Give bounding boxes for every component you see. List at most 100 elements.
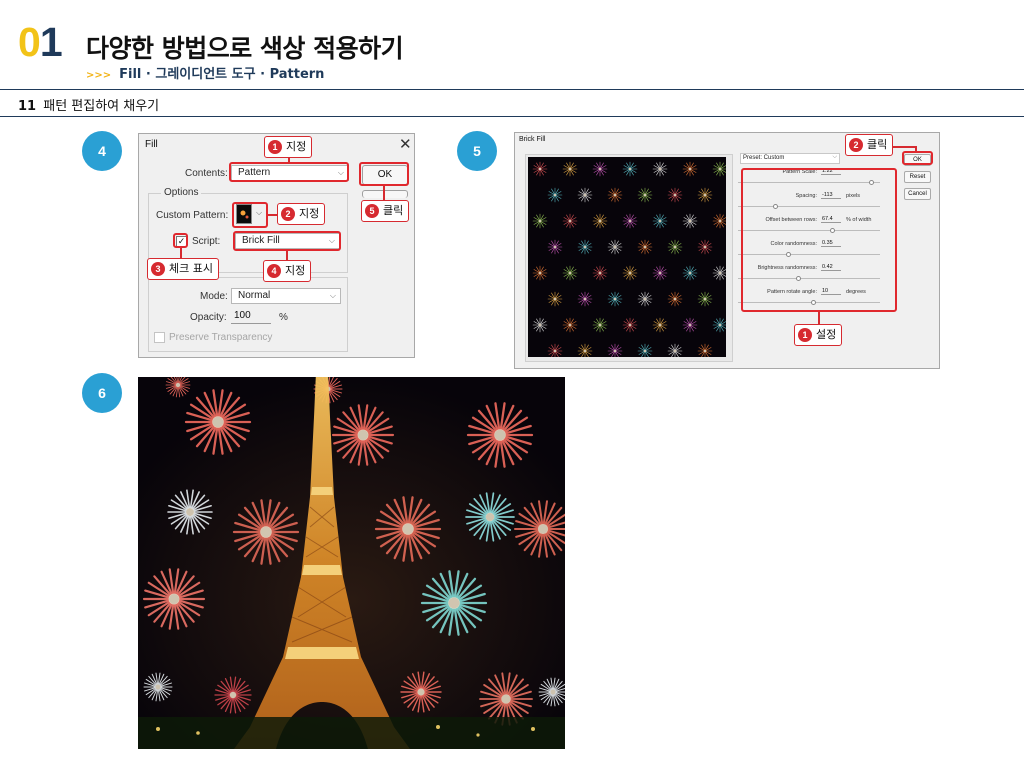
callout-text: 지정 <box>299 207 320 220</box>
firework-burst <box>562 161 578 177</box>
eiffel-tower-fireworks-image <box>138 377 565 749</box>
chapter-number: 01 <box>18 19 63 65</box>
pattern-highlight <box>232 202 268 228</box>
firework-burst <box>547 291 563 307</box>
chevron-down-icon: ⌵ <box>329 291 336 300</box>
callout-text: 클릭 <box>383 204 404 217</box>
callout-text: 설정 <box>816 328 837 341</box>
preserve-transparency-label: Preserve Transparency <box>169 332 273 343</box>
header-rule-top <box>0 89 1024 90</box>
callout-number: 2 <box>281 207 295 221</box>
callout-connector <box>383 186 385 200</box>
callout-3-check: 3 체크 표시 <box>147 258 219 280</box>
chapter-title: 다양한 방법으로 색상 적용하기 <box>86 34 404 63</box>
firework-burst <box>622 161 638 177</box>
callout-connector <box>818 312 820 324</box>
callout-4-specify: 4 지정 <box>263 260 312 282</box>
firework-burst <box>667 291 683 307</box>
callout-2-click: 2 클릭 <box>845 134 894 156</box>
contents-label: Contents: <box>185 168 228 179</box>
preset-value: Preset: Custom <box>743 155 785 161</box>
callout-5-click: 5 클릭 <box>361 200 410 222</box>
preset-select[interactable]: Preset: Custom ⌵ <box>740 153 840 164</box>
callout-1-specify: 1 지정 <box>264 136 313 158</box>
opacity-label: Opacity: <box>190 312 227 323</box>
firework-burst <box>682 161 698 177</box>
firework-burst <box>712 213 726 229</box>
firework-burst <box>667 343 683 357</box>
firework-burst <box>562 317 578 333</box>
callout-text: 지정 <box>285 264 306 277</box>
subtitle-text: Fill · 그레이디언트 도구 · Pattern <box>119 67 325 82</box>
callout-text: 지정 <box>286 140 307 153</box>
step-5-badge: 5 <box>457 131 497 171</box>
cancel-button[interactable]: Cancel <box>904 188 931 200</box>
mode-select[interactable]: Normal ⌵ <box>231 288 341 304</box>
firework-burst <box>577 291 593 307</box>
callout-2-specify: 2 지정 <box>277 203 326 225</box>
custom-pattern-label: Custom Pattern: <box>156 210 229 221</box>
opacity-unit: % <box>279 312 288 323</box>
pattern-preview <box>528 157 726 357</box>
callout-connector <box>286 251 288 260</box>
close-icon[interactable]: ✕ <box>399 135 412 153</box>
callout-number: 3 <box>151 262 165 276</box>
firework-burst <box>652 265 668 281</box>
script-select-highlight <box>233 231 341 251</box>
callout-connector <box>915 146 917 152</box>
cancel-button[interactable] <box>362 190 408 198</box>
callout-number: 5 <box>365 204 379 218</box>
firework-burst <box>622 317 638 333</box>
firework-burst <box>712 161 726 177</box>
firework-burst <box>697 187 713 203</box>
firework-burst <box>652 317 668 333</box>
callout-1-set: 1 설정 <box>794 324 843 346</box>
subtitle-arrows: >>> <box>86 70 112 81</box>
options-label: Options <box>161 187 202 198</box>
chapter-number-digit-0: 0 <box>18 19 41 65</box>
step-4-badge: 4 <box>82 131 122 171</box>
reset-button[interactable]: Reset <box>904 171 931 183</box>
firework-burst <box>607 343 623 357</box>
firework-burst <box>562 265 578 281</box>
chapter-number-digit-1: 1 <box>39 19 63 65</box>
firework-burst <box>532 213 548 229</box>
firework-burst <box>697 343 713 357</box>
firework-burst <box>637 343 653 357</box>
chapter-subtitle: >>> Fill · 그레이디언트 도구 · Pattern <box>86 63 324 82</box>
step-6-badge: 6 <box>82 373 122 413</box>
firework-burst <box>607 291 623 307</box>
opacity-input[interactable]: 100 <box>231 310 271 324</box>
firework-burst <box>667 239 683 255</box>
firework-burst <box>712 265 726 281</box>
callout-connector <box>268 214 277 216</box>
firework-burst <box>637 187 653 203</box>
contents-highlight <box>229 162 349 182</box>
firework-burst <box>622 265 638 281</box>
ok-highlight <box>359 162 409 186</box>
firework-burst <box>622 213 638 229</box>
brick-ok-highlight <box>902 151 933 165</box>
section-number: 11 <box>18 99 37 114</box>
firework-burst <box>697 239 713 255</box>
preserve-transparency-checkbox[interactable] <box>154 332 165 343</box>
firework-burst <box>532 161 548 177</box>
callout-connector <box>892 146 916 148</box>
firework-burst <box>637 239 653 255</box>
firework-burst <box>712 317 726 333</box>
params-highlight <box>741 168 897 312</box>
callout-number: 1 <box>798 328 812 342</box>
firework-burst <box>577 239 593 255</box>
firework-burst <box>532 317 548 333</box>
chevron-down-icon: ⌵ <box>832 154 837 160</box>
brick-fill-title: Brick Fill <box>519 136 546 143</box>
firework-burst <box>682 265 698 281</box>
firework-burst <box>697 291 713 307</box>
fireworks-pattern-preview <box>532 161 726 357</box>
script-label: Script: <box>192 236 221 247</box>
firework-burst <box>547 187 563 203</box>
section-heading: 11 패턴 편집하여 채우기 <box>18 95 159 114</box>
callout-number: 2 <box>849 138 863 152</box>
mode-value: Normal <box>238 290 271 301</box>
firework-burst <box>532 265 548 281</box>
